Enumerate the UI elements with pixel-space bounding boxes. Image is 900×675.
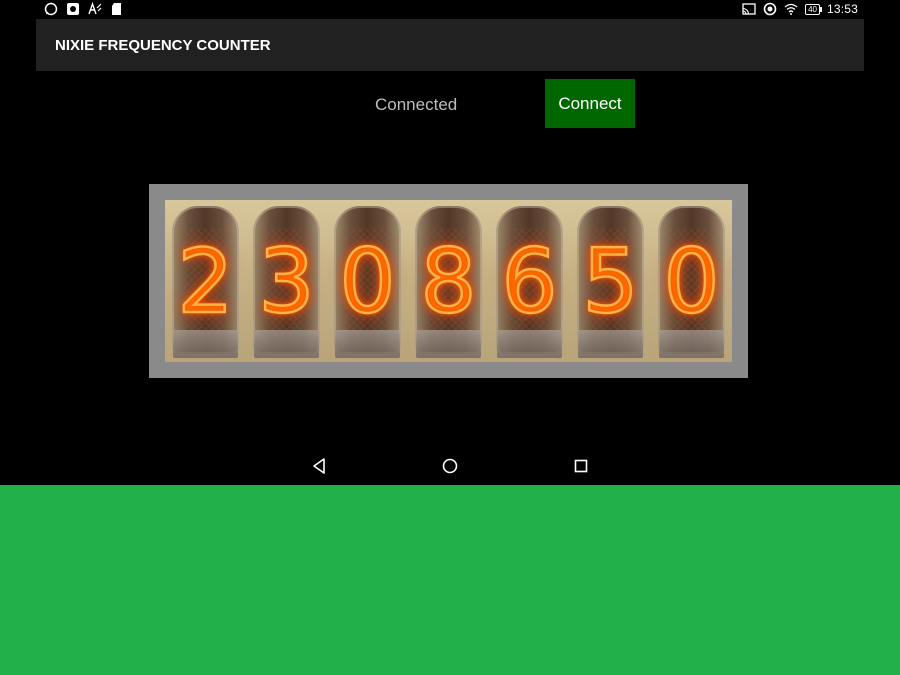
nixie-digit: 6 (500, 230, 559, 333)
tube-base (578, 330, 643, 358)
nixie-digit: 3 (257, 230, 316, 333)
back-icon (313, 458, 325, 474)
device-screen: 40 13:53 NIXIE FREQUENCY COUNTER Connect… (0, 0, 900, 485)
nixie-tube: 0 (651, 200, 732, 362)
status-bar: 40 13:53 (0, 0, 900, 19)
data-saver-icon (763, 2, 777, 16)
action-bar: NIXIE FREQUENCY COUNTER (36, 19, 864, 71)
connect-button[interactable]: Connect (545, 79, 635, 128)
system-icons: 40 13:53 (742, 2, 858, 16)
text-size-icon (88, 2, 102, 15)
recents-button[interactable] (569, 455, 593, 477)
tube-base (173, 330, 238, 358)
nixie-digit: 5 (581, 230, 640, 333)
navigation-bar (0, 447, 900, 485)
nixie-tube: 8 (408, 200, 489, 362)
whatsapp-icon (44, 2, 58, 16)
status-time: 13:53 (826, 2, 858, 16)
home-icon (442, 458, 458, 474)
sd-card-icon (112, 3, 121, 15)
nixie-digit: 8 (419, 230, 478, 333)
nixie-digit: 2 (176, 230, 235, 333)
recents-icon (574, 459, 588, 473)
nixie-tube: 3 (246, 200, 327, 362)
camera-icon (67, 3, 79, 15)
connection-status-label: Connected (375, 95, 458, 114)
tube-base (416, 330, 481, 358)
home-button[interactable] (438, 455, 462, 477)
nixie-digit: 0 (662, 230, 721, 333)
tube-base (335, 330, 400, 358)
cast-icon (742, 3, 756, 15)
nixie-tube: 6 (489, 200, 570, 362)
nixie-tube: 2 (165, 200, 246, 362)
nixie-display: 2308650 (149, 184, 748, 378)
tube-base (497, 330, 562, 358)
back-button[interactable] (307, 455, 331, 477)
nixie-tubes: 2308650 (165, 200, 732, 362)
tube-base (254, 330, 319, 358)
nixie-tube: 5 (570, 200, 651, 362)
nixie-tube: 0 (327, 200, 408, 362)
battery-indicator: 40 (805, 3, 822, 15)
wifi-icon (784, 3, 798, 15)
app-title: NIXIE FREQUENCY COUNTER (55, 37, 271, 54)
tube-base (659, 330, 724, 358)
nixie-digit: 0 (338, 230, 397, 333)
notification-icons (44, 2, 124, 16)
